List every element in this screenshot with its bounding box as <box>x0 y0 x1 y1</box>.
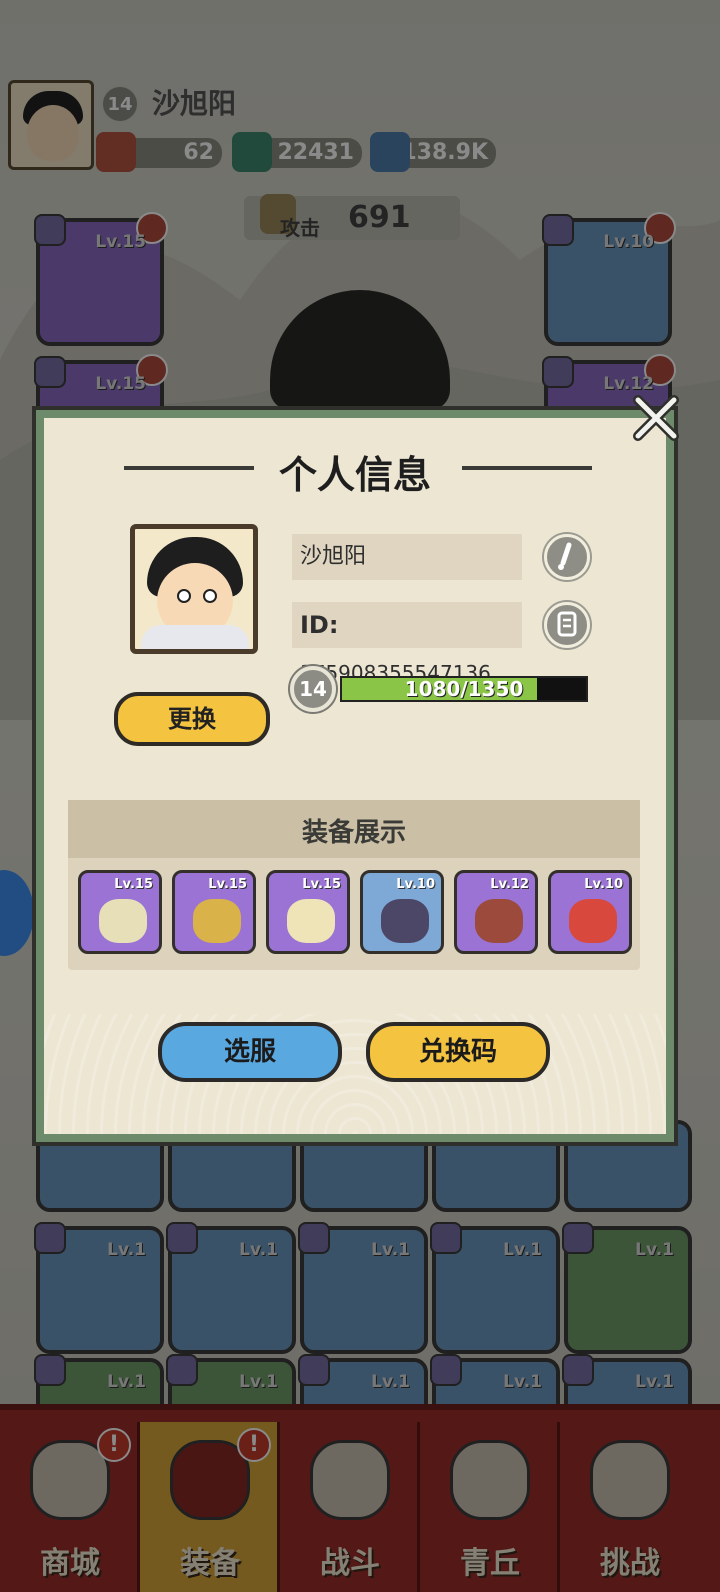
showcase-slot-5[interactable]: Lv.12 <box>454 870 538 954</box>
profile-avatar <box>130 524 258 654</box>
profile-dialog <box>32 406 678 1146</box>
boots-icon <box>475 899 523 943</box>
dialog-title: 个人信息 <box>278 453 431 497</box>
orb-icon <box>569 899 617 943</box>
ribbon-icon <box>99 899 147 943</box>
wave-pattern <box>44 1014 666 1134</box>
belt-icon <box>381 899 429 943</box>
golden-armor-icon <box>193 899 241 943</box>
golden-helmet-icon <box>287 899 335 943</box>
brush-icon <box>558 542 572 570</box>
showcase-slot-2[interactable]: Lv.15 <box>172 870 256 954</box>
showcase-slot-4[interactable]: Lv.10 <box>360 870 444 954</box>
showcase-slot-3[interactable]: Lv.15 <box>266 870 350 954</box>
close-icon[interactable] <box>630 392 682 444</box>
experience-bar: 1080/1350 <box>340 676 588 702</box>
slot-level: Lv.15 <box>114 877 153 892</box>
copy-icon <box>557 611 577 637</box>
experience-text: 1080/1350 <box>404 677 524 701</box>
edit-name-button[interactable] <box>544 534 590 580</box>
redeem-code-button[interactable]: 兑换码 <box>366 1022 550 1082</box>
slot-level: Lv.10 <box>584 877 623 892</box>
slot-level: Lv.12 <box>490 877 529 892</box>
select-server-button[interactable]: 选服 <box>158 1022 342 1082</box>
player-name-value: 沙旭阳 <box>300 544 367 569</box>
copy-id-button[interactable] <box>544 602 590 648</box>
showcase-slot-1[interactable]: Lv.15 <box>78 870 162 954</box>
profile-level-badge: 14 <box>290 666 336 712</box>
id-label: ID: <box>300 611 339 639</box>
slot-level: Lv.10 <box>396 877 435 892</box>
slot-level: Lv.15 <box>208 877 247 892</box>
equipment-showcase-title: 装备展示 <box>301 818 406 848</box>
player-name-field: 沙旭阳 <box>292 534 522 580</box>
player-id-field: ID: 375908355547136 <box>292 602 522 685</box>
slot-level: Lv.15 <box>302 877 341 892</box>
showcase-slot-6[interactable]: Lv.10 <box>548 870 632 954</box>
change-avatar-button[interactable]: 更换 <box>114 692 270 746</box>
